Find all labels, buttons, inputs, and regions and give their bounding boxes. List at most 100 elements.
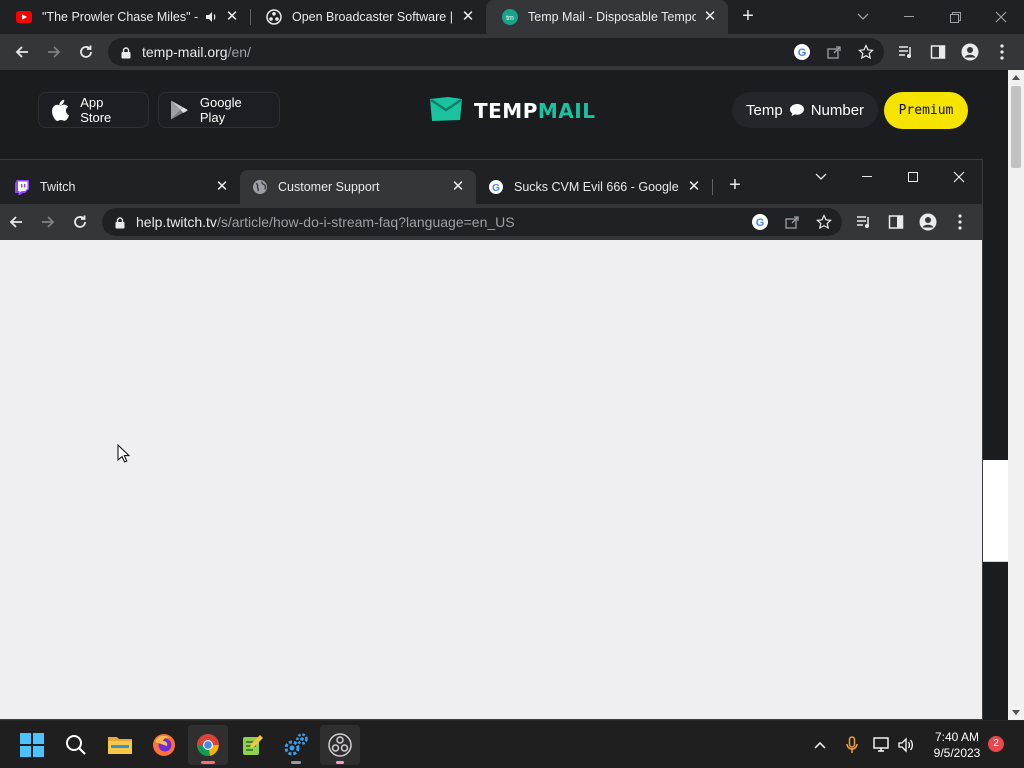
back-arrow-icon[interactable] xyxy=(6,38,38,66)
reload-icon[interactable] xyxy=(70,38,102,66)
speaker-icon[interactable] xyxy=(204,10,218,24)
forward-arrow-icon[interactable] xyxy=(32,208,64,236)
chrome-menu-icon[interactable] xyxy=(992,42,1012,62)
bookmark-star-icon[interactable] xyxy=(856,42,876,62)
tab-obs[interactable]: Open Broadcaster Software | OBS ✕ xyxy=(250,0,486,34)
active-app-indicator xyxy=(201,761,215,764)
close-tab-icon[interactable]: ✕ xyxy=(460,9,476,25)
logo-wordmark: TEMPMAIL xyxy=(474,99,596,123)
temp-label: Temp xyxy=(746,101,783,119)
youtube-icon xyxy=(16,9,32,25)
file-explorer-icon[interactable] xyxy=(100,725,140,765)
google-lens-icon[interactable]: G xyxy=(750,212,770,232)
firefox-icon[interactable] xyxy=(144,725,184,765)
google-lens-icon[interactable]: G xyxy=(792,42,812,62)
forward-arrow-icon[interactable] xyxy=(38,38,70,66)
profile-avatar-icon[interactable] xyxy=(918,212,938,232)
svg-text:G: G xyxy=(492,183,500,194)
google-play-button[interactable]: Google Play xyxy=(158,92,280,128)
page-content-peek xyxy=(983,460,1008,562)
tab-search-icon[interactable] xyxy=(840,0,886,34)
obs-icon[interactable] xyxy=(320,725,360,765)
browser-toolbar: help.twitch.tv/s/article/how-do-i-stream… xyxy=(0,204,982,240)
apple-icon xyxy=(49,99,70,121)
tab-divider xyxy=(712,179,713,195)
twitch-icon xyxy=(14,179,30,195)
microphone-icon[interactable] xyxy=(842,736,862,754)
minimize-icon[interactable] xyxy=(886,0,932,34)
google-play-label: Google Play xyxy=(199,95,242,125)
media-queue-icon[interactable] xyxy=(896,42,916,62)
notepad-icon[interactable] xyxy=(232,725,272,765)
new-tab-button[interactable]: + xyxy=(737,6,759,28)
chevron-up-icon[interactable] xyxy=(810,741,830,749)
twitch-help-page xyxy=(0,240,982,719)
tempmail-logo[interactable]: TEMPMAIL xyxy=(428,96,595,126)
scrollbar-thumb[interactable] xyxy=(1011,86,1021,168)
page-scrollbar[interactable] xyxy=(1008,70,1024,720)
new-tab-button[interactable]: + xyxy=(724,175,746,197)
reload-icon[interactable] xyxy=(64,208,96,236)
volume-icon[interactable] xyxy=(896,737,916,753)
clock[interactable]: 7:40 AM 9/5/2023 xyxy=(928,729,986,761)
tab-customer-support[interactable]: Customer Support ✕ xyxy=(240,170,476,204)
close-tab-icon[interactable]: ✕ xyxy=(450,179,466,195)
tab-search-icon[interactable] xyxy=(798,160,844,194)
app-store-button[interactable]: App Store xyxy=(38,92,149,128)
tab-title: Open Broadcaster Software | OBS xyxy=(292,10,454,24)
url-path: /en/ xyxy=(227,44,251,60)
address-bar[interactable]: help.twitch.tv/s/article/how-do-i-stream… xyxy=(102,208,842,236)
google-play-icon xyxy=(169,99,190,121)
tab-title: Customer Support xyxy=(278,180,380,194)
tab-youtube[interactable]: "The Prowler Chase Miles" - ✕ xyxy=(0,0,250,34)
mouse-pointer-icon xyxy=(117,443,131,464)
address-bar[interactable]: temp-mail.org/en/ xyxy=(108,38,884,66)
tab-title: Temp Mail - Disposable Temporary Email xyxy=(528,10,696,24)
close-tab-icon[interactable]: ✕ xyxy=(214,179,230,195)
running-app-indicator xyxy=(336,761,344,764)
media-queue-icon[interactable] xyxy=(854,212,874,232)
close-tab-icon[interactable]: ✕ xyxy=(686,179,702,195)
search-icon[interactable] xyxy=(56,725,96,765)
minimize-icon[interactable] xyxy=(844,160,890,194)
tab-google-search[interactable]: G Sucks CVM Evil 666 - Google Search ✕ xyxy=(476,170,712,204)
tab-strip: "The Prowler Chase Miles" - ✕ Open Broad… xyxy=(0,0,1024,34)
profile-avatar-icon[interactable] xyxy=(960,42,980,62)
chrome-menu-icon[interactable] xyxy=(950,212,970,232)
browser-toolbar: temp-mail.org/en/ G xyxy=(0,34,1024,70)
app-store-label: App Store xyxy=(80,95,112,125)
restore-icon[interactable] xyxy=(932,0,978,34)
close-tab-icon[interactable]: ✕ xyxy=(224,9,240,25)
tab-twitch[interactable]: Twitch ✕ xyxy=(0,170,240,204)
scroll-down-arrow-icon[interactable] xyxy=(1012,710,1020,715)
url-host: help.twitch.tv xyxy=(136,214,217,230)
clock-time: 7:40 AM xyxy=(934,730,980,744)
side-panel-icon[interactable] xyxy=(886,212,906,232)
temp-number-button[interactable]: Temp Number xyxy=(732,92,879,128)
globe-icon xyxy=(252,179,268,195)
start-icon[interactable] xyxy=(12,725,52,765)
close-tab-icon[interactable]: ✕ xyxy=(702,9,718,25)
share-icon[interactable] xyxy=(824,42,844,62)
chat-bubble-icon xyxy=(789,103,805,117)
chrome-icon[interactable] xyxy=(188,725,228,765)
url-host: temp-mail.org xyxy=(142,44,228,60)
tab-title: "The Prowler Chase Miles" - xyxy=(42,10,199,24)
lock-icon[interactable] xyxy=(114,216,126,229)
side-panel-icon[interactable] xyxy=(928,42,948,62)
lock-icon[interactable] xyxy=(120,46,132,59)
back-arrow-icon[interactable] xyxy=(0,208,32,236)
maximize-icon[interactable] xyxy=(890,160,936,194)
notification-badge[interactable]: 2 xyxy=(988,736,1004,752)
share-icon[interactable] xyxy=(782,212,802,232)
settings-gears-icon[interactable] xyxy=(276,725,316,765)
bookmark-star-icon[interactable] xyxy=(814,212,834,232)
premium-button[interactable]: Premium xyxy=(884,92,968,129)
scroll-up-arrow-icon[interactable] xyxy=(1012,75,1020,80)
google-icon: G xyxy=(488,179,504,195)
close-window-icon[interactable] xyxy=(936,160,982,194)
network-icon[interactable] xyxy=(872,737,892,753)
close-window-icon[interactable] xyxy=(978,0,1024,34)
tab-tempmail[interactable]: tm Temp Mail - Disposable Temporary Emai… xyxy=(486,0,728,34)
svg-text:tm: tm xyxy=(506,15,514,22)
